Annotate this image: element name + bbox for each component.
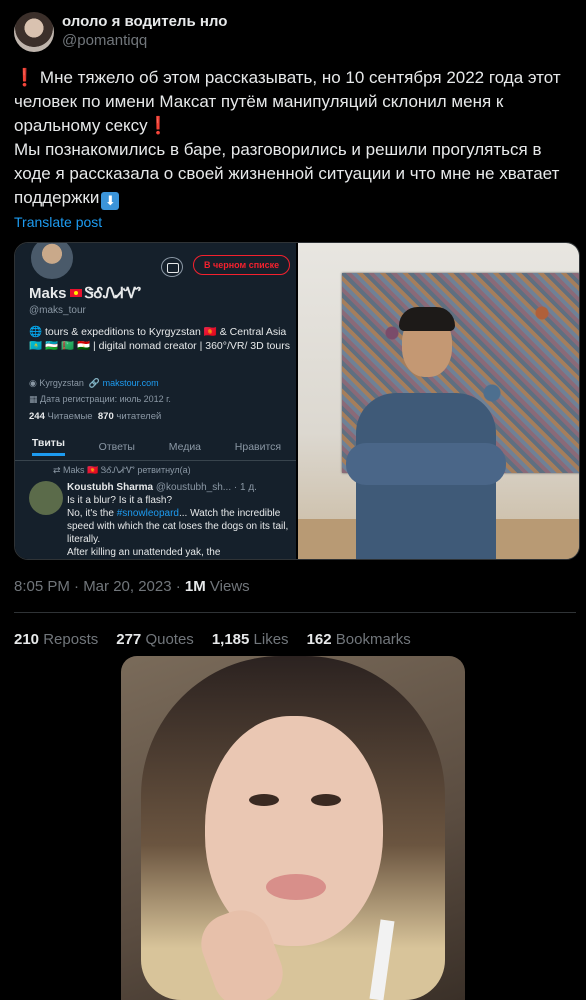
blocked-badge: В черном списке — [193, 255, 291, 275]
camera-icon — [161, 257, 183, 277]
tweet-line-1: Is it a blur? Is it a flash? — [67, 495, 173, 506]
divider — [14, 612, 576, 613]
profile-location: Kyrgyzstan — [39, 378, 84, 388]
profile-bio: 🌐 tours & expeditions to Kyrgyzstan 🇰🇬 &… — [29, 326, 290, 352]
lips — [266, 874, 326, 900]
media-image-man-photo[interactable] — [298, 243, 579, 559]
views-count: 1M — [184, 578, 206, 595]
post-paragraph-1: ❗ Мне тяжело об этом рассказывать, но 10… — [14, 66, 576, 138]
profile-handle: @maks_tour — [29, 305, 86, 316]
tab-replies: Ответы — [98, 440, 135, 453]
avatar[interactable] — [14, 12, 54, 52]
tweet-line-2: No, it's the — [67, 508, 117, 519]
post-timestamp-views: 8:05 PM · Mar 20, 2023 · 1M Views — [14, 578, 250, 595]
retweet-icon: ⇄ — [53, 465, 64, 475]
profile-meta: ◉ Kyrgyzstan 🔗 makstour.com ▦ Дата регис… — [29, 375, 291, 407]
tab-likes: Нравится — [234, 440, 282, 453]
bookmarks-count: 162 — [306, 631, 332, 648]
left-eye — [249, 794, 279, 806]
followers-count: 870 — [97, 411, 114, 422]
views-label: Views — [205, 578, 250, 595]
post-media[interactable]: В черном списке Maks ᏕᎴᏁᏗᏉ @maks_tour 🌐 t… — [14, 242, 580, 560]
reposts-stat[interactable]: 210 Reposts — [14, 631, 98, 648]
post-line-2: Мы познакомились в баре, разговорились и… — [14, 140, 560, 207]
likes-count: 1,185 — [211, 631, 250, 648]
profile-name: Maks ᏕᎴᏁᏗᏉ — [29, 285, 141, 302]
author-display-name[interactable]: ололо я водитель нло — [62, 13, 227, 31]
tweet-hashtag: #snowleopard — [116, 508, 179, 519]
tab-tweets: Твиты — [31, 437, 65, 456]
author-handle[interactable]: @pomantiqq — [62, 31, 227, 51]
post-header: ололо я водитель нло @pomantiqq — [14, 12, 227, 52]
exclamation-icon: ❗ — [147, 116, 169, 135]
profile-joined: Дата регистрации: июль 2012 г. — [40, 394, 171, 404]
bookmarks-label: Bookmarks — [335, 631, 411, 648]
man-arms — [346, 443, 506, 485]
exclamation-icon: ❗ — [14, 68, 36, 87]
tab-media: Медиа — [168, 440, 202, 453]
quotes-stat[interactable]: 277 Quotes — [116, 631, 194, 648]
profile-website: makstour.com — [102, 378, 159, 388]
post-timestamp[interactable]: 8:05 PM · Mar 20, 2023 · — [14, 578, 185, 595]
likes-label: Likes — [253, 631, 289, 648]
profile-name-extra: ᏕᎴᏁᏗᏉ — [84, 285, 142, 302]
likes-stat[interactable]: 1,185 Likes — [212, 631, 289, 648]
profile-tabs: Твиты Ответы Медиа Нравится — [15, 433, 296, 461]
media-image-profile-screenshot[interactable]: В черном списке Maks ᏕᎴᏁᏗᏉ @maks_tour 🌐 t… — [15, 243, 298, 559]
profile-avatar — [29, 243, 75, 281]
retweet-text: Maks 🇰🇬 ᏕᎴᏁᏗᏉ ретвитнул(а) — [63, 465, 191, 475]
calendar-icon: ▦ — [29, 394, 41, 404]
location-pin-icon: ◉ — [29, 378, 40, 388]
post-stats: 210 Reposts 277 Quotes 1,185 Likes 162 B… — [14, 631, 411, 648]
reposts-count: 210 — [14, 631, 40, 648]
down-arrow-icon: ⬇ — [101, 192, 120, 210]
followers-label: читателей — [116, 411, 162, 422]
kyrgyzstan-flag-icon — [69, 289, 82, 297]
tweet-author: Koustubh Sharma — [67, 482, 154, 493]
bookmarks-stat[interactable]: 162 Bookmarks — [307, 631, 411, 648]
right-eye — [311, 794, 341, 806]
following-label: Читаемые — [47, 411, 93, 422]
tweet-avatar — [29, 481, 63, 515]
link-icon: 🔗 — [88, 378, 103, 388]
post-text: ❗ Мне тяжело об этом рассказывать, но 10… — [14, 66, 576, 210]
reposts-label: Reposts — [43, 631, 99, 648]
tweet-line-4: After killing an unattended yak, the — [67, 547, 221, 558]
profile-name-text: Maks — [29, 285, 67, 302]
man-hair — [399, 307, 455, 331]
post-line-1: Мне тяжело об этом рассказывать, но 10 с… — [14, 68, 561, 135]
post-paragraph-2: Мы познакомились в баре, разговорились и… — [14, 138, 576, 210]
reply-image-woman-photo[interactable] — [121, 656, 465, 1000]
quotes-label: Quotes — [145, 631, 194, 648]
author-names: ололо я водитель нло @pomantiqq — [62, 13, 227, 51]
following-count: 244 — [29, 411, 45, 422]
translate-post-link[interactable]: Translate post — [14, 214, 102, 230]
quotes-count: 277 — [116, 631, 142, 648]
tweet-handle: @koustubh_sh... · 1 д. — [155, 482, 257, 493]
retweet-line: ⇄ Maks 🇰🇬 ᏕᎴᏁᏗᏉ ретвитнул(а) — [53, 465, 191, 476]
profile-follow-stats: 244 Читаемые 870 читателей — [29, 411, 161, 422]
embedded-tweet: Koustubh Sharma @koustubh_sh... · 1 д. I… — [67, 481, 291, 559]
